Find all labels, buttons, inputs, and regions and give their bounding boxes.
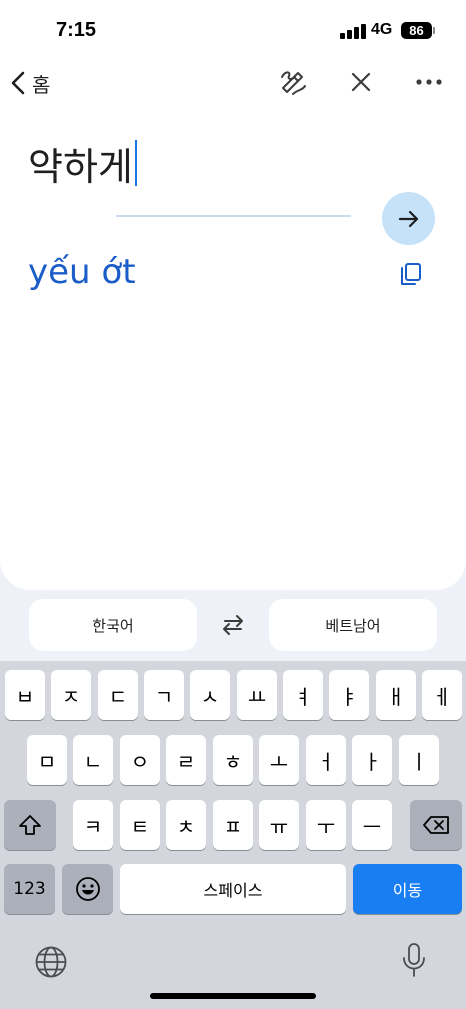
key[interactable]: ㅊ <box>166 800 206 850</box>
target-language-button[interactable]: 베트남어 <box>269 599 437 651</box>
battery-tip <box>433 27 435 34</box>
close-icon[interactable] <box>350 71 372 93</box>
key[interactable]: ㅓ <box>306 735 346 785</box>
key[interactable]: ㅁ <box>27 735 67 785</box>
key[interactable]: ㅠ <box>259 800 299 850</box>
back-button[interactable]: 홈 <box>10 70 51 97</box>
key[interactable]: ㅡ <box>352 800 392 850</box>
source-language-button[interactable]: 한국어 <box>29 599 197 651</box>
translation-result: yếu ớt <box>28 252 136 292</box>
key[interactable]: ㅎ <box>213 735 253 785</box>
status-bar: 7:15 4G 86 <box>0 0 466 60</box>
shift-icon <box>19 815 41 835</box>
more-options-icon[interactable] <box>416 78 442 86</box>
source-text: 약하게 <box>28 144 133 189</box>
key[interactable]: ㅌ <box>120 800 160 850</box>
input-divider <box>116 215 351 217</box>
key[interactable]: ㅐ <box>376 670 416 720</box>
numbers-key[interactable]: 123 <box>4 864 55 914</box>
key[interactable]: ㅔ <box>422 670 462 720</box>
back-label: 홈 <box>32 72 51 97</box>
key[interactable]: ㅈ <box>51 670 91 720</box>
key[interactable]: ㅋ <box>73 800 113 850</box>
key[interactable]: ㄴ <box>73 735 113 785</box>
microphone-icon[interactable] <box>401 942 427 978</box>
go-key[interactable]: 이동 <box>353 864 462 914</box>
key[interactable]: ㅜ <box>306 800 346 850</box>
key[interactable]: ㅑ <box>329 670 369 720</box>
key[interactable]: ㅣ <box>399 735 439 785</box>
arrow-right-icon <box>398 210 418 227</box>
source-text-input[interactable]: 약하게 <box>28 138 137 189</box>
globe-icon[interactable] <box>34 945 68 979</box>
space-key[interactable]: 스페이스 <box>120 864 346 914</box>
target-language-label: 베트남어 <box>325 616 381 635</box>
status-time: 7:15 <box>56 19 97 41</box>
handwriting-icon[interactable] <box>279 68 307 96</box>
backspace-icon <box>423 816 449 834</box>
key[interactable]: ㅏ <box>352 735 392 785</box>
chevron-left-icon <box>11 71 25 95</box>
key[interactable]: ㄷ <box>98 670 138 720</box>
copy-icon[interactable] <box>399 262 423 286</box>
key[interactable]: ㅕ <box>283 670 323 720</box>
text-cursor <box>134 140 137 186</box>
home-indicator <box>150 993 316 999</box>
shift-key[interactable] <box>4 800 56 850</box>
emoji-key[interactable] <box>62 864 113 914</box>
key[interactable]: ㅛ <box>237 670 277 720</box>
network-type: 4G <box>371 21 393 38</box>
backspace-key[interactable] <box>410 800 462 850</box>
key[interactable]: ㅇ <box>120 735 160 785</box>
emoji-icon <box>75 877 100 901</box>
key[interactable]: ㅍ <box>213 800 253 850</box>
source-language-label: 한국어 <box>92 616 134 635</box>
key[interactable]: ㅅ <box>190 670 230 720</box>
signal-icon <box>340 23 366 39</box>
key[interactable]: ㄱ <box>144 670 184 720</box>
translate-button[interactable] <box>382 192 435 245</box>
key[interactable]: ㄹ <box>166 735 206 785</box>
swap-languages-icon[interactable] <box>219 613 247 637</box>
key[interactable]: ㅗ <box>259 735 299 785</box>
key[interactable]: ㅂ <box>5 670 45 720</box>
battery-icon: 86 <box>401 22 432 39</box>
